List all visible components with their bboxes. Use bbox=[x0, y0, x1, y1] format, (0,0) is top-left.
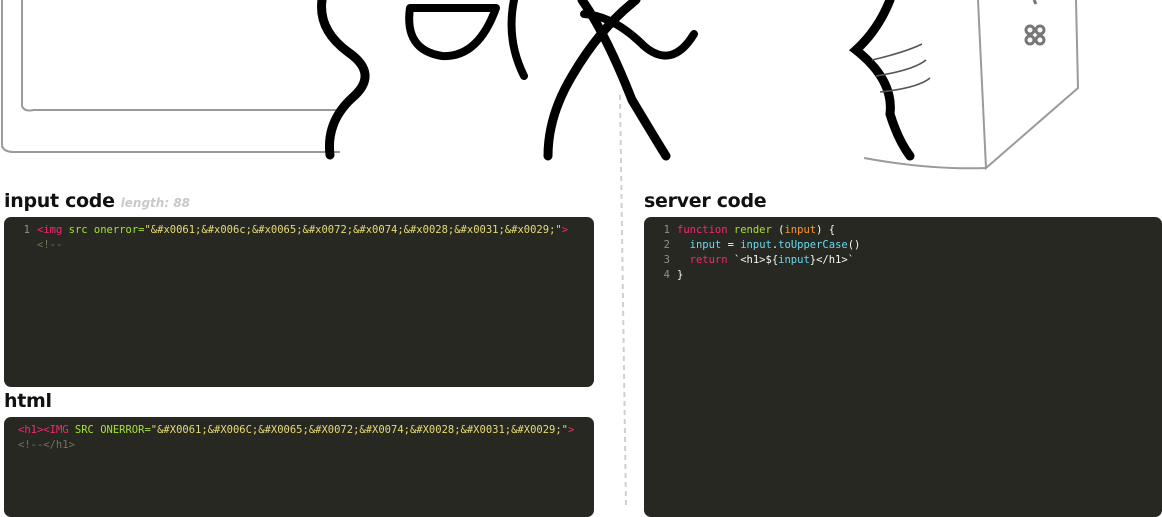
editor-line: <h1><IMG SRC ONERROR="&#X0061;&#X006C;&#… bbox=[18, 423, 594, 438]
editor-line: 1 <img src onerror="&#x0061;&#x006c;&#x0… bbox=[4, 223, 594, 238]
code-token: render bbox=[727, 224, 779, 236]
code-token: input bbox=[740, 239, 772, 251]
input-code-heading: input code length: 88 bbox=[4, 190, 190, 212]
html-heading: html bbox=[4, 390, 52, 412]
code-token: toUpperCase bbox=[778, 239, 848, 251]
code-token: "&#X0061;&#X006C;&#X0065;&#X0072;&#X0074… bbox=[150, 424, 569, 436]
line-number: 1 bbox=[663, 224, 670, 236]
editor-line: <!--</h1> bbox=[18, 438, 594, 453]
code-token: `<h1>${ bbox=[727, 254, 779, 266]
input-code-editor[interactable]: 1 <img src onerror="&#x0061;&#x006c;&#x0… bbox=[4, 217, 594, 387]
html-title: html bbox=[4, 390, 52, 412]
code-token: = bbox=[721, 239, 741, 251]
editor-line: 4 } bbox=[644, 268, 1162, 283]
code-token: > bbox=[568, 424, 575, 436]
html-output-editor[interactable]: <h1><IMG SRC ONERROR="&#X0061;&#X006C;&#… bbox=[4, 417, 594, 517]
dashed-divider bbox=[619, 95, 627, 508]
code-token: <h1> bbox=[18, 424, 44, 436]
code-token: "&#x0061;&#x006c;&#x0065;&#x0072;&#x0074… bbox=[144, 224, 562, 236]
server-code-title: server code bbox=[644, 190, 767, 212]
line-number: 1 bbox=[23, 224, 30, 236]
line-number bbox=[4, 238, 37, 253]
length-badge: length: 88 bbox=[120, 196, 191, 210]
code-token: <!-- bbox=[37, 239, 63, 251]
editor-line: 1 function render (input) { bbox=[644, 223, 1162, 238]
server-code-editor[interactable]: 1 function render (input) { 2 input = in… bbox=[644, 217, 1162, 517]
code-token: input bbox=[778, 254, 810, 266]
code-token: }</h1>` bbox=[809, 254, 855, 266]
code-token: input bbox=[784, 224, 817, 236]
code-token: input bbox=[677, 239, 722, 251]
input-code-title: input code bbox=[4, 190, 115, 212]
code-token: <!--</h1> bbox=[18, 439, 75, 451]
editor-line: 3 return `<h1>${input}</h1>` bbox=[644, 253, 1162, 268]
code-token: src onerror= bbox=[62, 224, 145, 236]
code-token: <IMG bbox=[43, 424, 69, 436]
code-token: > bbox=[561, 224, 569, 236]
code-token: function bbox=[677, 224, 728, 236]
code-token: SRC ONERROR= bbox=[68, 424, 151, 436]
editor-line: 2 input = input.toUpperCase() bbox=[644, 238, 1162, 253]
code-token: <img bbox=[37, 224, 63, 236]
code-token: () bbox=[847, 239, 861, 251]
code-token: return bbox=[677, 254, 728, 266]
line-number: 4 bbox=[663, 269, 670, 281]
line-number: 2 bbox=[663, 239, 670, 251]
code-token: ) { bbox=[816, 224, 836, 236]
server-code-heading: server code bbox=[644, 190, 767, 212]
line-number: 3 bbox=[663, 254, 670, 266]
code-token: } bbox=[677, 269, 684, 281]
header-illustration bbox=[0, 0, 1080, 171]
editor-line: <!-- bbox=[4, 238, 594, 253]
